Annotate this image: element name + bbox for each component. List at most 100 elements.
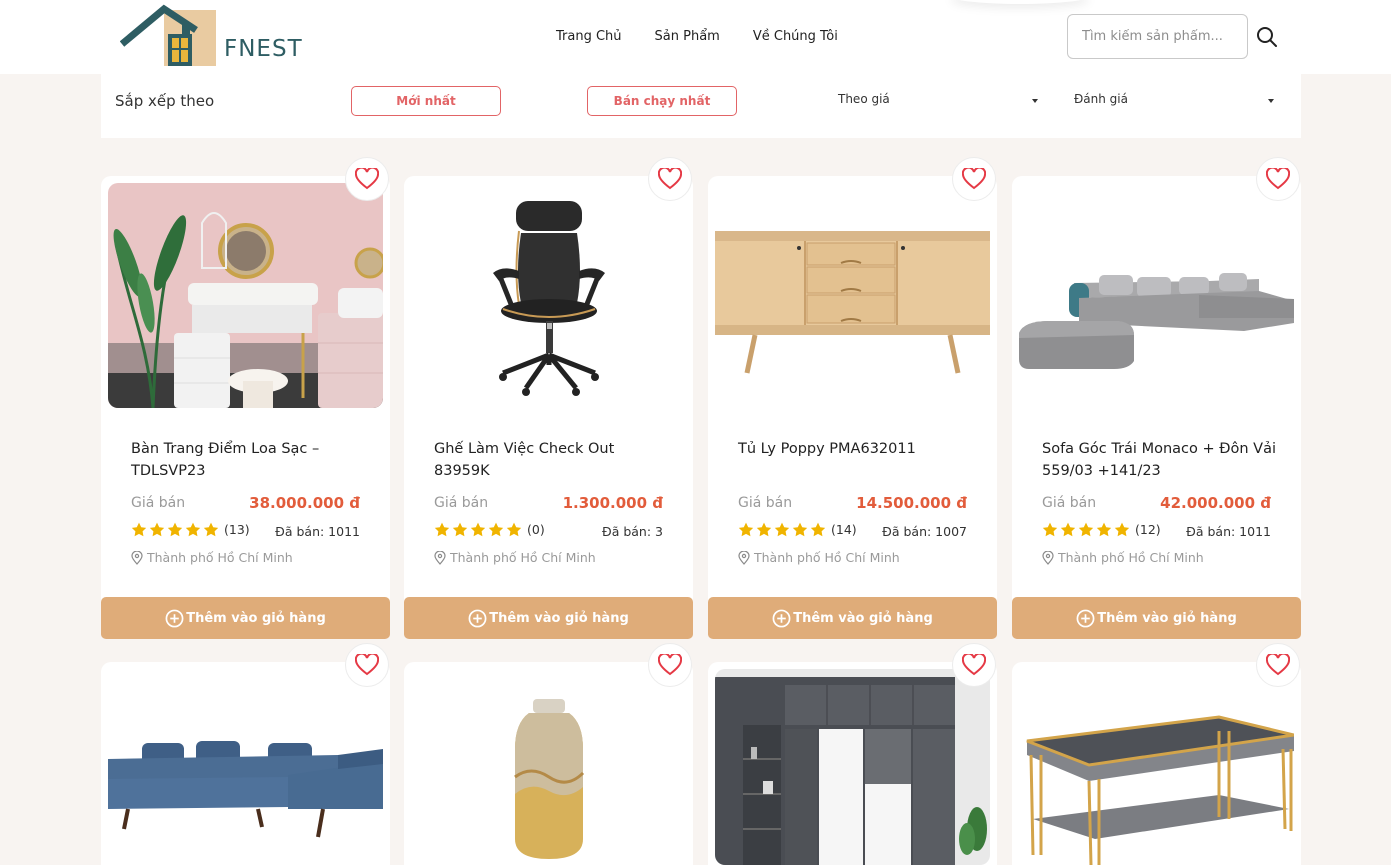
house-logo-icon [120, 4, 216, 66]
wardrobe-image [715, 669, 990, 865]
heart-icon [355, 168, 379, 190]
main-nav: Trang Chủ Sản Phẩm Về Chúng Tôi [556, 29, 838, 44]
logo-text: FNEST [224, 36, 303, 62]
add-to-cart-label: Thêm vào giỏ hàng [793, 610, 933, 626]
wishlist-button[interactable] [345, 643, 389, 687]
wishlist-button[interactable] [1256, 157, 1300, 201]
plus-circle-icon [1076, 609, 1095, 627]
product-image[interactable] [1019, 183, 1294, 408]
price-label: Giá bán [1042, 495, 1097, 511]
product-title[interactable]: Sofa Góc Trái Monaco + Đôn Vải 559/03 +1… [1042, 438, 1282, 482]
add-to-cart-button[interactable]: Thêm vào giỏ hàng [1012, 597, 1301, 639]
rating-count: (13) [224, 522, 250, 537]
site-header: FNEST Trang Chủ Sản Phẩm Về Chúng Tôi [0, 0, 1391, 74]
star-icon [756, 522, 772, 537]
glass-coffee-table-image [1019, 669, 1294, 865]
sort-bar: Sắp xếp theo Mới nhất Bán chạy nhất Theo… [101, 74, 1301, 138]
location-text: Thành phố Hồ Chí Minh [1058, 550, 1204, 565]
blue-sofa-image [108, 669, 383, 865]
search-icon[interactable] [1256, 26, 1278, 48]
star-icon [131, 522, 147, 537]
sideboard-image [715, 183, 990, 408]
product-location: Thành phố Hồ Chí Minh [434, 550, 596, 565]
wishlist-button[interactable] [1256, 643, 1300, 687]
product-image[interactable] [715, 183, 990, 408]
star-icon [149, 522, 165, 537]
star-icon [774, 522, 790, 537]
product-card[interactable] [101, 643, 390, 865]
product-title[interactable]: Ghế Làm Việc Check Out 83959K [434, 438, 674, 482]
product-card[interactable]: Sofa Góc Trái Monaco + Đôn Vải 559/03 +1… [1012, 157, 1301, 639]
star-icon [434, 522, 450, 537]
sort-rating-label: Đánh giá [1074, 92, 1128, 106]
wishlist-button[interactable] [648, 157, 692, 201]
sold-count: Đã bán: 1007 [882, 524, 967, 539]
heart-icon [355, 654, 379, 676]
wishlist-button[interactable] [345, 157, 389, 201]
price-label: Giá bán [131, 495, 186, 511]
add-to-cart-label: Thêm vào giỏ hàng [1097, 610, 1237, 626]
chevron-down-icon [1268, 99, 1274, 103]
star-icon [506, 522, 522, 537]
product-image[interactable] [108, 669, 383, 865]
product-location: Thành phố Hồ Chí Minh [738, 550, 900, 565]
nav-about[interactable]: Về Chúng Tôi [753, 29, 838, 44]
nav-home[interactable]: Trang Chủ [556, 29, 622, 44]
product-location: Thành phố Hồ Chí Minh [131, 550, 293, 565]
nav-products[interactable]: Sản Phẩm [655, 29, 720, 44]
add-to-cart-button[interactable]: Thêm vào giỏ hàng [404, 597, 693, 639]
product-image[interactable] [715, 669, 990, 865]
sort-price-select[interactable]: Theo giá [838, 92, 1038, 112]
star-icon [810, 522, 826, 537]
star-icon [792, 522, 808, 537]
wishlist-button[interactable] [952, 157, 996, 201]
product-card[interactable]: Bàn Trang Điểm Loa Sạc – TDLSVP23 Giá bá… [101, 157, 390, 639]
sold-count: Đã bán: 1011 [1186, 524, 1271, 539]
product-image[interactable] [1019, 669, 1294, 865]
product-location: Thành phố Hồ Chí Minh [1042, 550, 1204, 565]
product-card[interactable]: Ghế Làm Việc Check Out 83959K Giá bán 1.… [404, 157, 693, 639]
heart-icon [962, 168, 986, 190]
rating-stars: (14) [738, 522, 857, 537]
rating-count: (0) [527, 522, 545, 537]
sort-rating-select[interactable]: Đánh giá [1074, 92, 1274, 112]
product-card[interactable] [1012, 643, 1301, 865]
wishlist-button[interactable] [952, 643, 996, 687]
star-icon [167, 522, 183, 537]
heart-icon [1266, 654, 1290, 676]
plus-circle-icon [165, 609, 184, 627]
star-icon [738, 522, 754, 537]
product-card[interactable]: Tủ Ly Poppy PMA632011 Giá bán 14.500.000… [708, 157, 997, 639]
product-card[interactable] [708, 643, 997, 865]
star-icon [470, 522, 486, 537]
site-logo[interactable]: FNEST [120, 4, 310, 68]
add-to-cart-label: Thêm vào giỏ hàng [186, 610, 326, 626]
plus-circle-icon [468, 609, 487, 627]
product-title[interactable]: Bàn Trang Điểm Loa Sạc – TDLSVP23 [131, 438, 371, 482]
plus-circle-icon [772, 609, 791, 627]
product-image[interactable] [411, 183, 686, 408]
location-pin-icon [738, 550, 750, 565]
add-to-cart-label: Thêm vào giỏ hàng [489, 610, 629, 626]
product-title[interactable]: Tủ Ly Poppy PMA632011 [738, 438, 978, 460]
product-price: 42.000.000 đ [1160, 494, 1271, 512]
star-icon [452, 522, 468, 537]
add-to-cart-button[interactable]: Thêm vào giỏ hàng [708, 597, 997, 639]
product-price: 14.500.000 đ [856, 494, 967, 512]
rating-count: (12) [1135, 522, 1161, 537]
product-image[interactable] [108, 183, 383, 408]
product-image[interactable] [411, 669, 686, 865]
heart-icon [658, 654, 682, 676]
product-price: 1.300.000 đ [562, 494, 663, 512]
sort-bestseller-button[interactable]: Bán chạy nhất [587, 86, 737, 116]
sort-newest-button[interactable]: Mới nhất [351, 86, 501, 116]
product-card[interactable] [404, 643, 693, 865]
product-price: 38.000.000 đ [249, 494, 360, 512]
search-input[interactable] [1067, 14, 1248, 59]
rating-stars: (0) [434, 522, 545, 537]
add-to-cart-button[interactable]: Thêm vào giỏ hàng [101, 597, 390, 639]
vanity-table-image [108, 183, 383, 408]
price-label: Giá bán [434, 495, 489, 511]
wishlist-button[interactable] [648, 643, 692, 687]
star-icon [488, 522, 504, 537]
